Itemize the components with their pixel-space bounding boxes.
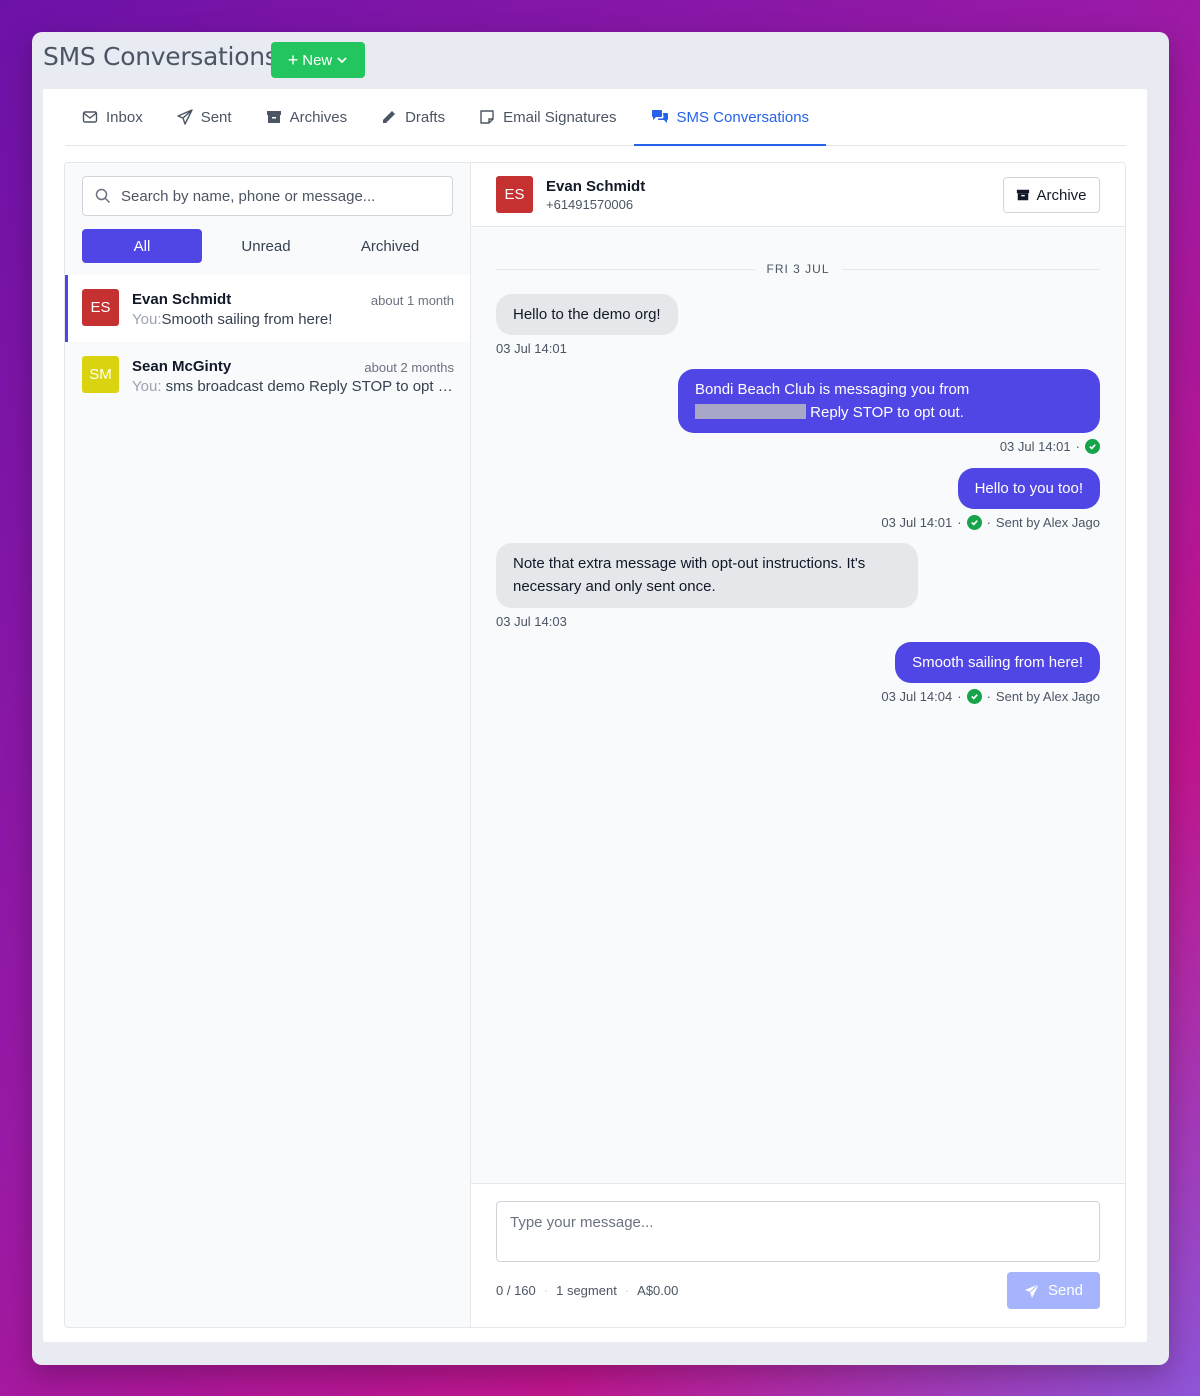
avatar: ES — [82, 289, 119, 326]
tab-email-signatures[interactable]: Email Signatures — [462, 89, 633, 145]
app-window: SMS Conversations + New Inbox Sent Archi… — [32, 32, 1169, 1365]
chat-pane: ES Evan Schmidt +61491570006 Archive FRI… — [471, 163, 1125, 1327]
tab-label: Email Signatures — [503, 108, 617, 126]
message-incoming: Hello to the demo org! 03 Jul 14:01 — [496, 294, 678, 356]
comments-icon — [651, 110, 668, 123]
archive-icon — [1017, 189, 1030, 201]
message-bubble: Bondi Beach Club is messaging you from R… — [678, 369, 1100, 433]
tab-drafts[interactable]: Drafts — [364, 89, 462, 145]
tab-label: Drafts — [405, 108, 446, 126]
page-title: SMS Conversations — [43, 42, 278, 71]
message-bubble: Hello to the demo org! — [496, 294, 678, 335]
contact-name: Sean McGinty — [132, 358, 232, 375]
delivered-check-icon — [966, 515, 982, 530]
tab-label: SMS Conversations — [676, 108, 810, 126]
date-separator: FRI 3 JUL — [496, 261, 1101, 277]
conversations-container: All Unread Archived ES Evan Schmidt abou… — [64, 162, 1126, 1328]
chat-contact-phone: +61491570006 — [546, 197, 634, 212]
chat-contact-name: Evan Schmidt — [546, 178, 646, 195]
preview-text: sms broadcast demo Reply STOP to opt out… — [161, 378, 457, 395]
sent-by: Sent by Alex Jago — [995, 515, 1100, 530]
tab-archives[interactable]: Archives — [249, 89, 365, 145]
send-label: Send — [1047, 1282, 1084, 1299]
archive-icon — [266, 111, 281, 123]
search-box — [82, 176, 453, 216]
send-button[interactable]: Send — [1007, 1272, 1100, 1309]
tab-inbox[interactable]: Inbox — [65, 89, 160, 145]
date-separator-label: FRI 3 JUL — [766, 262, 830, 276]
char-count: 0 / 160 — [496, 1283, 536, 1298]
filter-unread[interactable]: Unread — [206, 229, 326, 263]
message-outgoing: Smooth sailing from here! 03 Jul 14:04 ·… — [881, 642, 1100, 704]
new-button-label: New — [302, 51, 333, 69]
plus-icon: + — [287, 50, 299, 70]
message-bubble: Hello to you too! — [957, 468, 1100, 509]
archive-label: Archive — [1036, 186, 1087, 204]
conversation-preview: You: sms broadcast demo Reply STOP to op… — [132, 378, 457, 395]
chevron-down-icon — [337, 57, 347, 64]
message-time: 03 Jul 14:01 — [999, 439, 1071, 454]
list-item[interactable]: SM Sean McGinty about 2 months You: sms … — [65, 342, 470, 409]
conversation-sidebar: All Unread Archived ES Evan Schmidt abou… — [65, 163, 471, 1327]
message-meta: 03 Jul 14:03 — [496, 614, 918, 629]
paper-plane-icon — [177, 109, 193, 125]
tab-label: Inbox — [106, 108, 143, 126]
delivered-check-icon — [1085, 439, 1100, 454]
main-panel: Inbox Sent Archives Drafts Email Signatu… — [43, 89, 1147, 1342]
message-meta: 03 Jul 14:01 — [496, 341, 678, 356]
note-icon — [480, 110, 494, 124]
archive-button[interactable]: Archive — [1003, 177, 1100, 213]
search-input[interactable] — [121, 187, 441, 205]
message-time: 03 Jul 14:03 — [496, 614, 567, 629]
redacted-block — [695, 404, 806, 419]
tab-label: Sent — [200, 108, 232, 126]
segment-count: 1 segment — [556, 1283, 617, 1298]
message-composer: 0 / 160 · 1 segment · A$0.00 Send — [471, 1183, 1125, 1327]
tab-sms-conversations[interactable]: SMS Conversations — [633, 89, 827, 146]
you-prefix: You: — [132, 378, 162, 395]
avatar: ES — [496, 176, 533, 213]
chat-header: ES Evan Schmidt +61491570006 Archive — [471, 163, 1125, 227]
composer-stats: 0 / 160 · 1 segment · A$0.00 — [496, 1283, 679, 1298]
message-bubble: Note that extra message with opt-out ins… — [496, 543, 918, 608]
filter-archived[interactable]: Archived — [330, 229, 450, 263]
filter-all[interactable]: All — [82, 229, 202, 263]
tab-bar: Inbox Sent Archives Drafts Email Signatu… — [65, 89, 1126, 146]
sent-by: Sent by Alex Jago — [995, 689, 1100, 704]
conversation-time: about 1 month — [370, 293, 454, 308]
message-time: 03 Jul 14:01 — [881, 515, 953, 530]
message-time: 03 Jul 14:01 — [496, 341, 567, 356]
delivered-check-icon — [966, 689, 982, 704]
message-meta: 03 Jul 14:04 · · Sent by Alex Jago — [881, 689, 1100, 704]
new-button[interactable]: + New — [271, 42, 365, 78]
message-line: Reply STOP to opt out. — [695, 401, 1083, 424]
pencil-icon — [383, 111, 396, 123]
message-outgoing: Hello to you too! 03 Jul 14:01 · · Sent … — [881, 468, 1100, 530]
conversation-time: about 2 months — [364, 360, 454, 375]
message-meta: 03 Jul 14:01 · — [678, 439, 1100, 454]
paper-plane-icon — [1024, 1283, 1040, 1298]
avatar: SM — [82, 356, 119, 393]
tab-label: Archives — [289, 108, 348, 126]
envelope-icon — [82, 111, 98, 123]
conversation-preview: You:Smooth sailing from here! — [132, 311, 457, 328]
message-outgoing: Bondi Beach Club is messaging you from R… — [678, 369, 1100, 454]
conversation-filters: All Unread Archived — [82, 229, 453, 263]
message-bubble: Smooth sailing from here! — [895, 642, 1100, 683]
message-input[interactable] — [496, 1201, 1100, 1262]
message-incoming: Note that extra message with opt-out ins… — [496, 543, 918, 629]
message-meta: 03 Jul 14:01 · · Sent by Alex Jago — [881, 515, 1100, 530]
conversation-list: ES Evan Schmidt about 1 month You:Smooth… — [65, 275, 470, 409]
list-item[interactable]: ES Evan Schmidt about 1 month You:Smooth… — [65, 275, 470, 342]
message-line: Bondi Beach Club is messaging you from — [695, 381, 970, 398]
preview-text: Smooth sailing from here! — [161, 311, 333, 328]
contact-name: Evan Schmidt — [132, 291, 232, 308]
search-icon — [95, 188, 111, 204]
tab-sent[interactable]: Sent — [160, 89, 249, 145]
message-time: 03 Jul 14:04 — [881, 689, 953, 704]
message-cost: A$0.00 — [637, 1283, 679, 1298]
you-prefix: You: — [132, 311, 162, 328]
